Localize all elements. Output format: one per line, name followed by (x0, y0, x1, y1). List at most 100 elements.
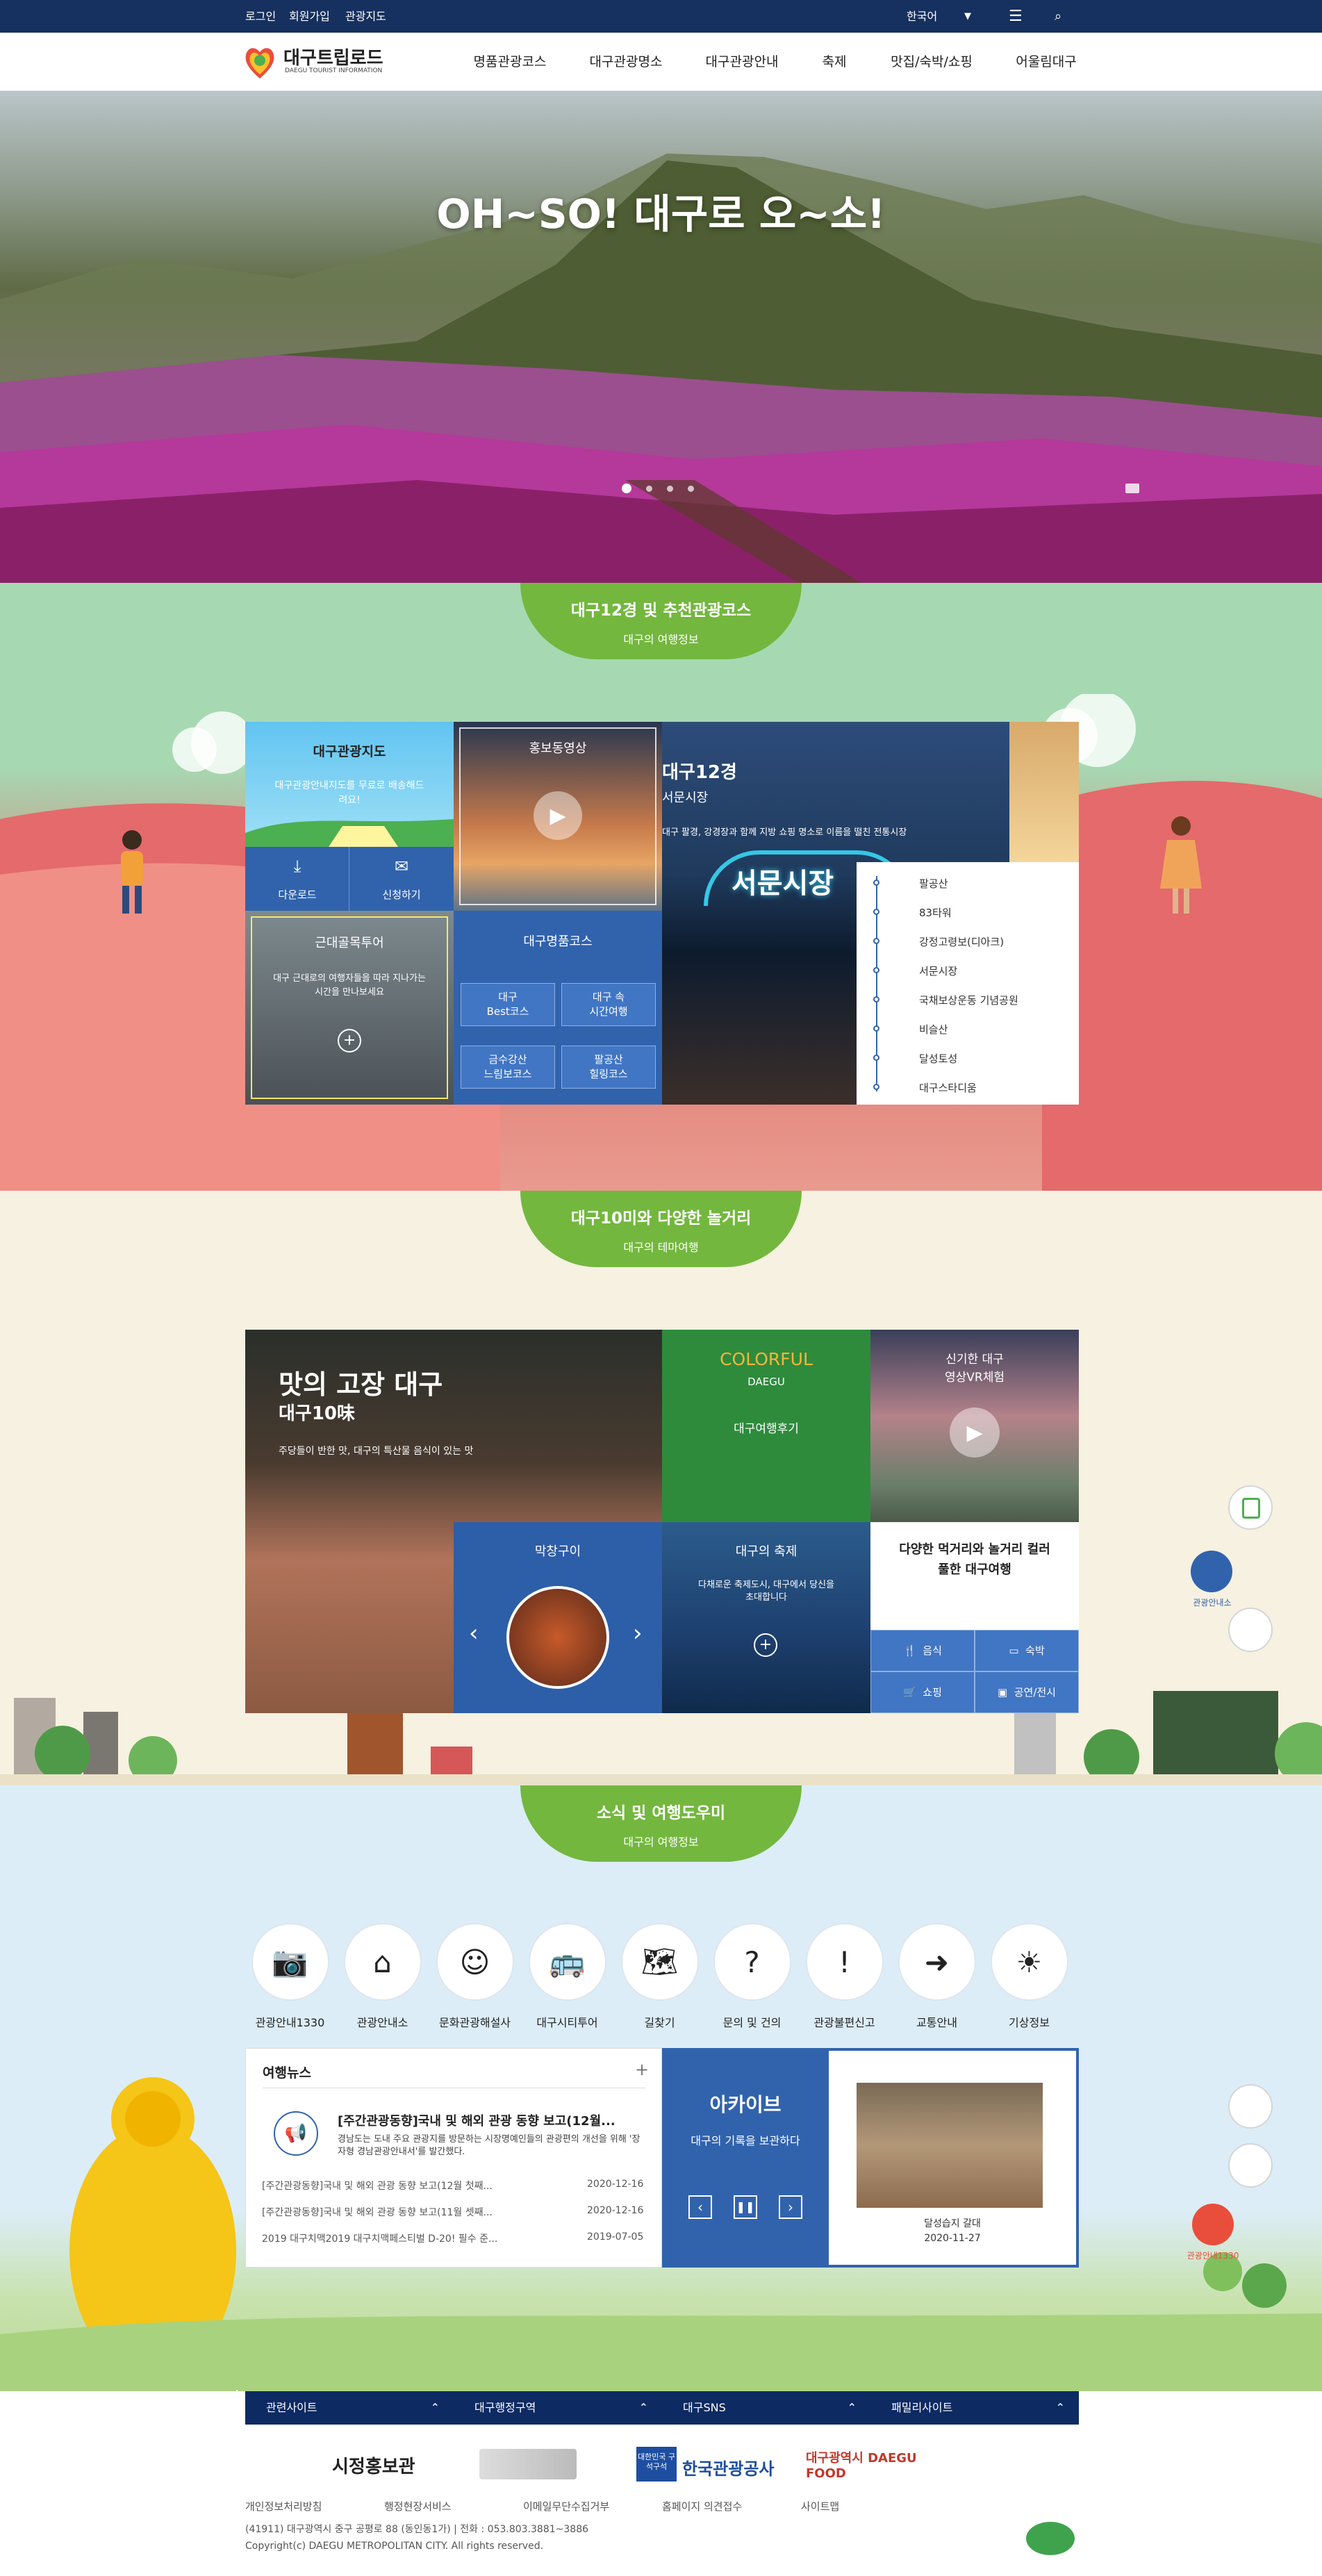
footer-tab-sns[interactable]: 대구SNS ⌃ (662, 2391, 870, 2425)
nav-festival[interactable]: 축제 (810, 33, 859, 91)
landmark-item[interactable]: 강정고령보(디아크) (919, 934, 1004, 949)
landmark-item[interactable]: 83타워 (919, 905, 952, 920)
chevron-right-icon[interactable]: › (633, 1619, 643, 1647)
play-icon[interactable]: ▶ (950, 1407, 1000, 1458)
logo-title[interactable]: 대구트립로드 (283, 44, 383, 69)
news-item[interactable]: [주간관광동향]국내 및 해외 관광 동향 보고(12월 첫째... (262, 2179, 595, 2193)
news-headline[interactable]: [주간관광동향]국내 및 해외 관광 동향 보고(12월... (338, 2111, 643, 2129)
prev-icon[interactable]: ‹ (688, 2195, 712, 2219)
market-sign: 서문시장 (732, 868, 834, 900)
nav-attractions[interactable]: 대구관광명소 (587, 33, 665, 91)
footer-logo-daegu-food[interactable]: 대구광역시 DAEGU FOOD (806, 2448, 931, 2481)
footer-email-link[interactable]: 이메일무단수집거부 (523, 2499, 609, 2513)
menu-icon[interactable]: ☰ (1009, 0, 1023, 33)
landmark-item[interactable]: 서문시장 (919, 964, 957, 978)
next-icon[interactable]: › (779, 2195, 802, 2219)
scene-thumbnail[interactable] (1009, 722, 1079, 862)
review-tile[interactable]: COLORFUL DAEGU 대구여행후기 (662, 1330, 870, 1522)
tour-map-tile[interactable]: 대구관광지도 대구관광안내지도를 무료로 배송해드려요! (245, 722, 454, 847)
footer-opinion-link[interactable]: 홈페이지 의견접수 (662, 2499, 742, 2513)
pause-icon[interactable]: ❚❚ (734, 2195, 757, 2219)
course-timetravel-button[interactable]: 대구 속 시간여행 (561, 983, 656, 1026)
chevron-left-icon[interactable]: ‹ (469, 1619, 479, 1647)
service-directions[interactable]: 🗺 길찾기 (620, 1923, 700, 2030)
category-shop-button[interactable]: 🛒 쇼핑 (870, 1671, 975, 1713)
plus-icon[interactable]: + (754, 1633, 777, 1657)
landmark-item[interactable]: 달성토성 (919, 1051, 957, 1066)
slide-dot-active[interactable] (622, 484, 631, 493)
megaphone-icon: 📢 (274, 2111, 318, 2156)
mail-icon: ✉ (394, 857, 409, 876)
footer-logo-daegu-slogan[interactable] (479, 2449, 577, 2479)
footer-tab-related[interactable]: 관련사이트 ⌃ (245, 2391, 454, 2425)
nav-tour-guide[interactable]: 대구관광안내 (703, 33, 781, 91)
join-link[interactable]: 회원가입 (289, 0, 330, 33)
footer-tab-districts[interactable]: 대구행정구역 ⌃ (454, 2391, 662, 2425)
archive-photo-panel[interactable]: 달성습지 갈대 2020-11-27 (829, 2048, 1079, 2268)
info-1330-side-button[interactable] (1228, 1485, 1273, 1530)
landmark-item[interactable]: 팔공산 (919, 876, 948, 891)
footer-tab-family[interactable]: 패밀리사이트 ⌃ (870, 2391, 1079, 2425)
landmark-item[interactable]: 국채보상운동 기념공원 (919, 993, 1018, 1007)
course-slow-button[interactable]: 금수강산 느림보코스 (461, 1046, 555, 1089)
course-best-button[interactable]: 대구 Best코스 (461, 983, 555, 1026)
plus-icon[interactable]: + (338, 1029, 361, 1052)
chevron-up-icon: ⌃ (1055, 2401, 1065, 2414)
archive-desc: 대구의 기록을 보관하다 (691, 2134, 800, 2147)
landmark-item[interactable]: 비슬산 (919, 1022, 948, 1037)
news-item[interactable]: [주간관광동향]국내 및 해외 관광 동향 보고(11월 셋째... (262, 2205, 595, 2219)
footer-sitemap-link[interactable]: 사이트맵 (801, 2499, 839, 2513)
vr-video-tile[interactable]: 신기한 대구 영상VR체험 ▶ (870, 1330, 1079, 1522)
modern-alley-tile[interactable]: 근대골목투어 대구 근대로의 여행자들을 따라 지나가는 시간을 만나보세요 + (245, 911, 454, 1105)
landmark-dot (873, 1025, 879, 1032)
nav-food-stay-shop[interactable]: 맛집/숙박/쇼핑 (886, 33, 977, 91)
service-inquiry[interactable]: ? 문의 및 건의 (712, 1923, 792, 2030)
service-city-tour[interactable]: 🚌 대구시티투어 (527, 1923, 607, 2030)
footer-logo-korea[interactable]: 대한민국 구석구석 (636, 2447, 677, 2482)
tourist-side-button[interactable] (1228, 1608, 1273, 1652)
footer-privacy-link[interactable]: 개인정보처리방침 (245, 2499, 322, 2513)
news-item[interactable]: 2019 대구치맥2019 대구치맥페스티벌 D-20! 필수 준... (262, 2231, 595, 2245)
info-1330-active-button[interactable] (1192, 2204, 1234, 2245)
search-icon[interactable]: ⌕ (1055, 0, 1061, 33)
festival-tile[interactable]: 대구의 축제 다채로운 축제도시, 대구에서 당신을 초대합니다 + (662, 1522, 870, 1713)
service-weather[interactable]: ☀ 기상정보 (989, 1923, 1069, 2030)
service-1330[interactable]: 📷 관광안내1330 (250, 1923, 330, 2030)
map-illustration (245, 819, 454, 847)
download-button[interactable]: ⤓ 다운로드 (245, 847, 349, 911)
info-1330-side-button[interactable] (1228, 2084, 1273, 2129)
category-food-button[interactable]: 🍴 음식 (870, 1630, 975, 1671)
service-info-center[interactable]: ⌂ 관광안내소 (342, 1923, 422, 2030)
chevron-down-icon[interactable]: ▼ (964, 0, 971, 33)
tour-map-link[interactable]: 관광지도 (345, 0, 386, 33)
footer-admin-link[interactable]: 행정현장서비스 (384, 2499, 452, 2513)
login-link[interactable]: 로그인 (245, 0, 276, 33)
mountain-landscape (0, 154, 1322, 583)
category-stay-button[interactable]: ▭ 숙박 (975, 1630, 1079, 1671)
apply-button[interactable]: ✉ 신청하기 (349, 847, 454, 911)
service-label: 대구시티투어 (536, 2016, 598, 2029)
promo-video-tile[interactable]: 홍보동영상 ▶ (454, 722, 662, 911)
info-center-side-button[interactable] (1228, 2143, 1273, 2188)
fun-title: 다양한 먹거리와 놀거리 컬러풀한 대구여행 (899, 1542, 1050, 1577)
nav-premium-course[interactable]: 명품관광코스 (471, 33, 549, 91)
slide-dot[interactable] (646, 486, 652, 492)
news-date: 2019-07-05 (587, 2231, 644, 2243)
service-complaint[interactable]: ! 관광불편신고 (804, 1923, 884, 2030)
nav-together-daegu[interactable]: 어울림대구 (1011, 33, 1081, 91)
language-select[interactable]: 한국어 (907, 0, 937, 33)
camera-icon[interactable] (1125, 484, 1139, 493)
footer-logo-promo[interactable]: 시정홍보관 (332, 2452, 415, 2478)
category-show-button[interactable]: ▣ 공연/전시 (975, 1671, 1079, 1713)
slide-dot[interactable] (667, 486, 673, 492)
footer-logo-kto[interactable]: 한국관광공사 (682, 2455, 774, 2479)
slide-dot[interactable] (688, 486, 694, 492)
play-icon[interactable]: ▶ (534, 791, 582, 840)
info-center-side-button[interactable] (1191, 1551, 1232, 1592)
more-icon[interactable]: + (635, 2060, 649, 2079)
course-healing-button[interactable]: 팔공산 힐링코스 (561, 1046, 656, 1089)
logo-icon[interactable] (243, 44, 276, 80)
landmark-item[interactable]: 대구스타디움 (919, 1080, 977, 1095)
service-transport[interactable]: ➜ 교통안내 (897, 1923, 977, 2030)
service-guide[interactable]: ☺ 문화관광해설사 (435, 1923, 515, 2030)
